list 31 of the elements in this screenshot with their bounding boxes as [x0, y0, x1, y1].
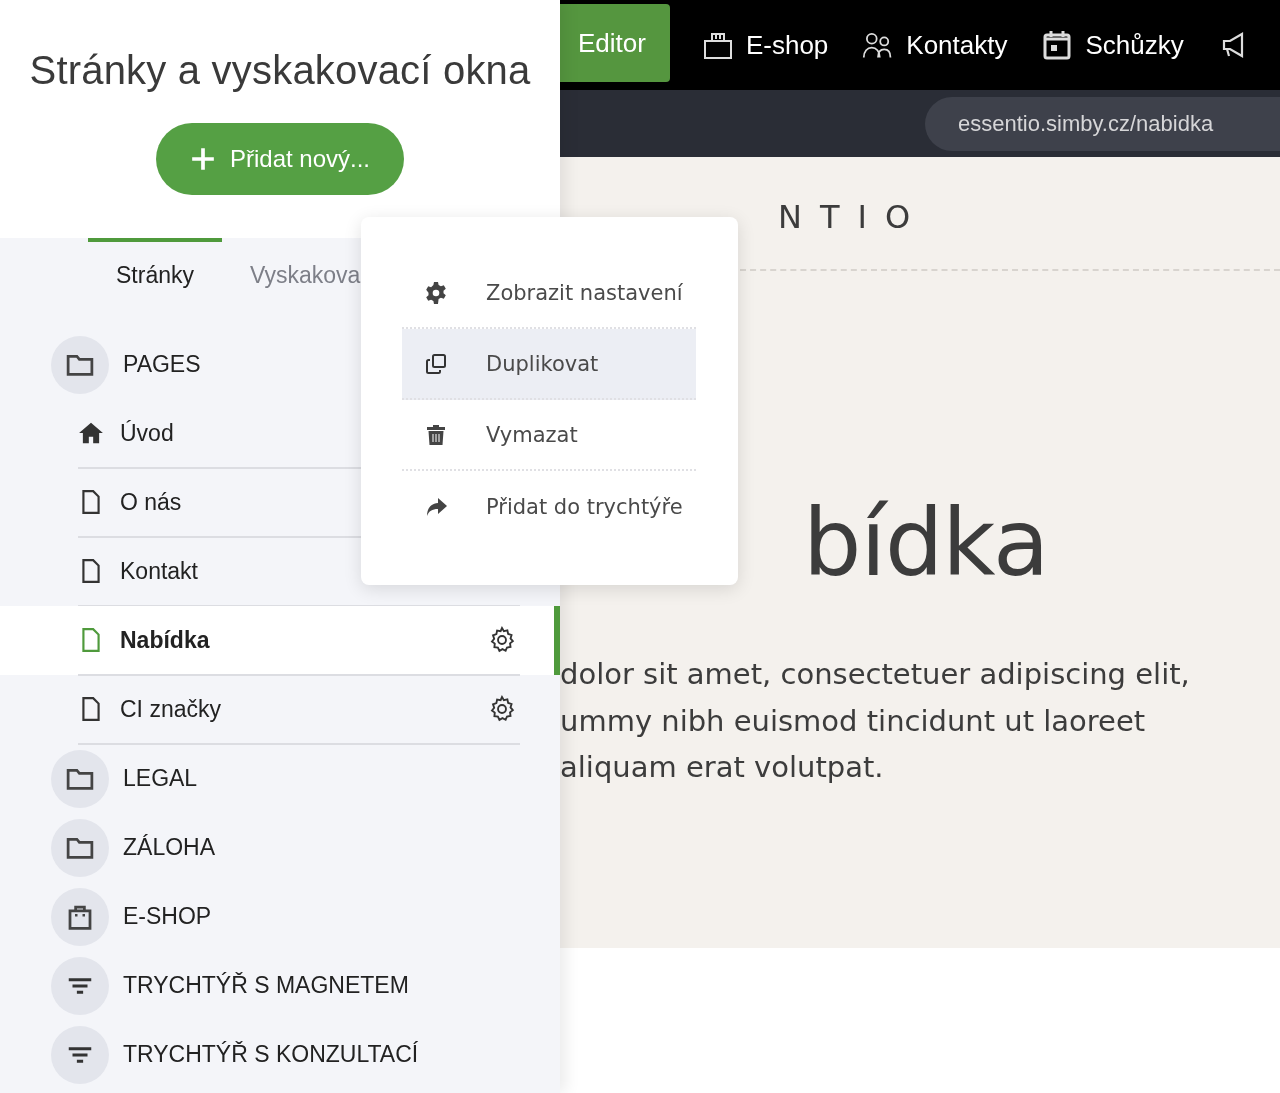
site-logo: NTIO: [778, 197, 930, 237]
menu-item[interactable]: Přidat do trychtýře: [402, 471, 696, 542]
home-icon: [78, 420, 104, 446]
trash-icon: [424, 422, 448, 447]
tree-item[interactable]: E-SHOP: [0, 882, 560, 951]
body-text: aliquam erat volutpat.: [560, 749, 885, 786]
copy-icon: [424, 351, 448, 376]
tree-item[interactable]: TRYCHTÝŘ S MAGNETEM: [0, 951, 560, 1020]
tree-item[interactable]: LEGAL: [0, 744, 560, 813]
nav-tab[interactable]: Editor: [560, 4, 670, 82]
plus-icon: [189, 146, 216, 172]
nav-tab[interactable]: Kontakty: [856, 6, 1014, 84]
calendar-icon: [1041, 29, 1074, 61]
body-text: dolor sit amet, consectetuer adipiscing elit,: [560, 656, 1191, 693]
menu-item[interactable]: Vymazat: [402, 400, 696, 471]
tab[interactable]: Stránky: [88, 238, 222, 308]
nav-tab[interactable]: E-shop: [695, 6, 835, 84]
tree-item[interactable]: TRYCHTÝŘ S KONZULTACÍ: [0, 1020, 560, 1089]
page-item[interactable]: CI značky: [0, 675, 560, 744]
settings-icon: [424, 280, 448, 305]
panel-title: Stránky a vyskakovací okna: [29, 48, 531, 93]
settings-icon[interactable]: [488, 626, 516, 654]
settings-icon[interactable]: [488, 695, 516, 723]
page-item[interactable]: Nabídka: [0, 606, 560, 675]
body-text: ummy nibh euismod tincidunt ut laoreet: [560, 702, 1147, 740]
page-heading: bídka: [803, 489, 1050, 599]
tree-item[interactable]: ZÁLOHA: [0, 813, 560, 882]
menu-item[interactable]: Duplikovat: [402, 329, 696, 400]
url-field[interactable]: essentio.simby.cz/nabidka: [925, 96, 1280, 151]
nav-tab[interactable]: Schůzky: [1035, 6, 1190, 84]
tab[interactable]: Vyskakova: [222, 238, 361, 308]
